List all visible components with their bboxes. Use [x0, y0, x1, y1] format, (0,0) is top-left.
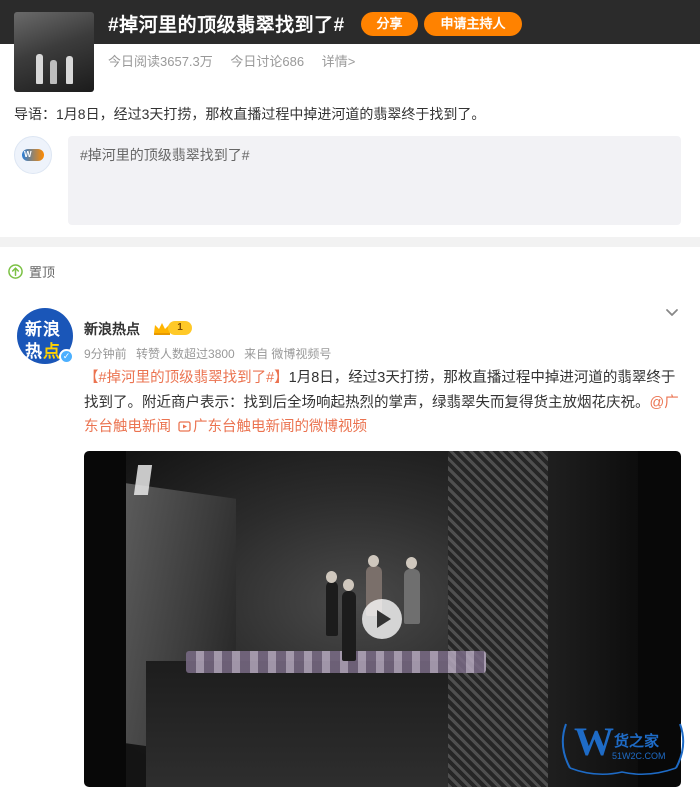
post-meta: 9分钟前 转赞人数超过3800 来自 微博视频号	[84, 345, 337, 362]
watermark-name: 货之家	[614, 733, 660, 750]
today-reads: 今日阅读3657.3万	[108, 54, 213, 69]
watermark-url: 51W2C.COM	[612, 751, 666, 761]
scene-person-head	[368, 555, 379, 567]
pin-icon	[8, 264, 23, 279]
verified-badge-icon: ✓	[59, 349, 74, 364]
scene-person-head	[326, 571, 337, 583]
composer-avatar: W	[14, 136, 52, 174]
post-hashtag[interactable]: 【#掉河里的顶级翡翠找到了#】	[84, 370, 289, 386]
site-watermark: W 货之家 51W2C.COM	[556, 716, 690, 778]
thumbnail-figure	[36, 54, 43, 84]
chevron-down-icon[interactable]	[663, 303, 681, 321]
topic-stats: 今日阅读3657.3万 今日讨论686 详情>	[108, 51, 369, 70]
play-button[interactable]	[362, 599, 402, 639]
post-time[interactable]: 9分钟前	[84, 347, 127, 361]
vip-level: 1	[168, 321, 192, 335]
section-divider	[0, 237, 700, 247]
scene-person	[326, 581, 338, 636]
topic-thumbnail[interactable]	[14, 12, 94, 92]
video-link-icon	[178, 421, 191, 432]
scene-person	[342, 591, 356, 661]
avatar-text: 热点	[25, 337, 61, 362]
scene-person	[404, 569, 420, 624]
pinned-text: 置顶	[29, 265, 56, 280]
repost-count: 转赞人数超过3800	[136, 347, 235, 361]
topic-guide: 导语：1月8日，经过3天打捞，那枚直播过程中掉进河道的翡翠终于找到了。	[14, 106, 486, 122]
topic-header: #掉河里的顶级翡翠找到了# 分享 申请主持人 今日阅读3657.3万 今日讨论6…	[0, 0, 700, 92]
pinned-label: 置顶	[8, 262, 55, 281]
topic-title: #掉河里的顶级翡翠找到了#	[108, 15, 345, 36]
today-discussions: 今日讨论686	[230, 54, 305, 69]
post-source[interactable]: 来自 微博视频号	[244, 347, 331, 361]
apply-host-button[interactable]: 申请主持人	[424, 12, 522, 36]
topic-header-bar	[0, 0, 700, 44]
scene-person-head	[406, 557, 417, 569]
scene-floor	[146, 661, 486, 787]
thumbnail-figure	[66, 56, 73, 84]
share-button[interactable]: 分享	[361, 12, 418, 36]
vip-badge[interactable]: 1	[152, 320, 192, 336]
avatar-text-part: 热	[25, 342, 43, 361]
video-link[interactable]: 广东台触电新闻的微博视频	[193, 419, 367, 435]
thumbnail-figure	[50, 60, 57, 84]
detail-link[interactable]: 详情>	[322, 54, 356, 69]
watermark-letter: W	[574, 719, 614, 764]
scene-person-head	[343, 579, 354, 591]
author-name[interactable]: 新浪热点	[84, 319, 140, 339]
post-body: 【#掉河里的顶级翡翠找到了#】1月8日，经过3天打捞，那枚直播过程中掉进河道的翡…	[84, 366, 684, 440]
post-composer[interactable]: #掉河里的顶级翡翠找到了#	[68, 136, 681, 225]
composer-avatar-label: W	[24, 150, 32, 159]
scene-tarp	[186, 651, 486, 673]
